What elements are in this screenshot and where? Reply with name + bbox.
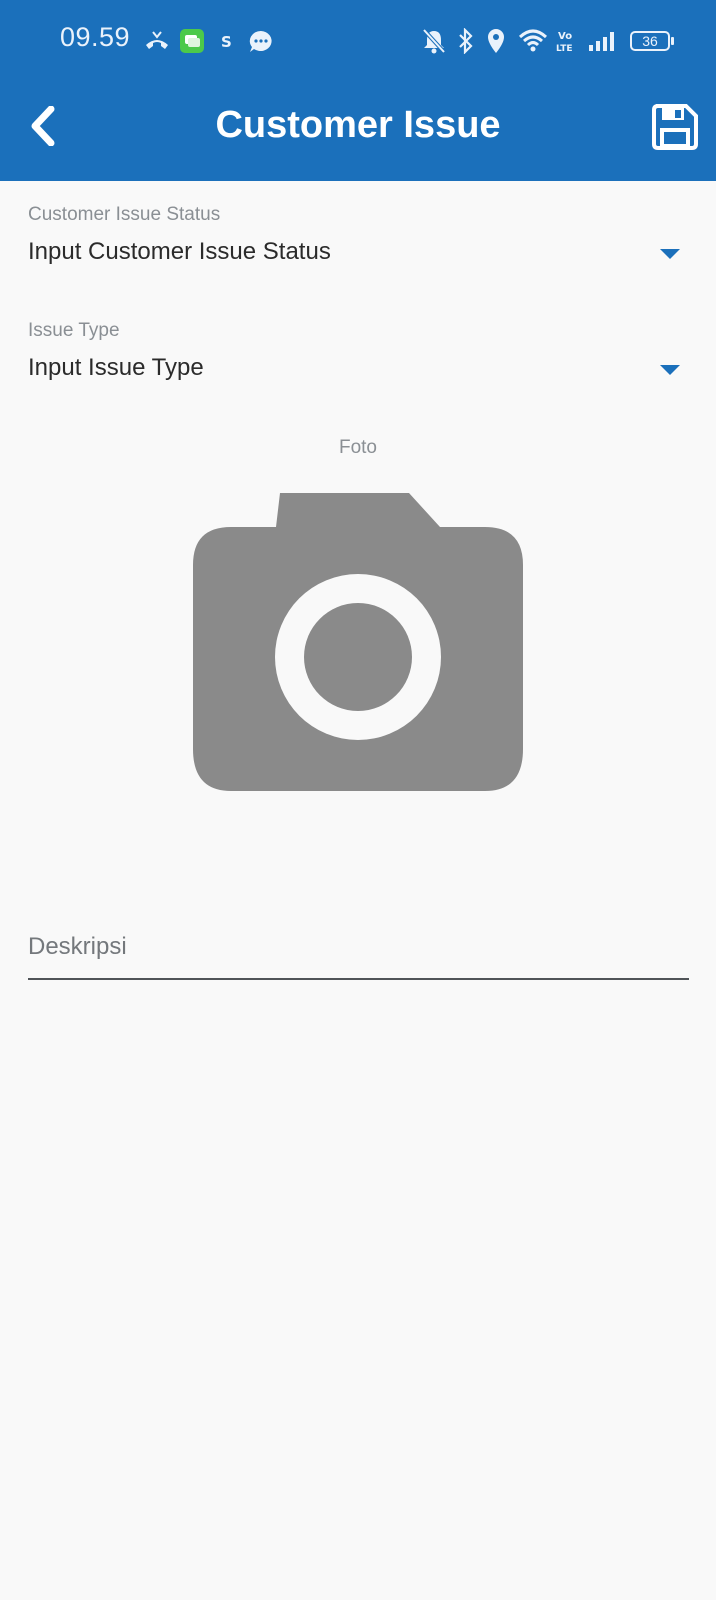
s-app-icon: S [221, 33, 232, 51]
bluetooth-icon [459, 28, 473, 54]
issue-type-value: Input Issue Type [28, 354, 204, 381]
svg-text:LTE: LTE [556, 44, 573, 53]
messages-app-icon [180, 29, 204, 53]
battery-icon: 36 [630, 31, 670, 51]
wifi-icon [518, 29, 548, 52]
issue-type-label: Issue Type [28, 320, 120, 341]
app-bar: Customer Issue [0, 84, 716, 181]
svg-text:Vo: Vo [558, 31, 572, 42]
floppy-disk-icon [652, 104, 698, 150]
location-icon [488, 29, 504, 53]
status-time: 09.59 [60, 22, 131, 52]
svg-text:S: S [221, 33, 232, 51]
dropdown-arrow-icon [660, 249, 680, 259]
photo-picker[interactable] [191, 491, 525, 793]
save-button[interactable] [652, 104, 698, 150]
issue-type-dropdown[interactable]: Issue Type Input Issue Type [28, 320, 688, 382]
customer-issue-status-value: Input Customer Issue Status [28, 238, 331, 265]
page-title: Customer Issue [215, 104, 501, 146]
customer-issue-status-dropdown[interactable]: Customer Issue Status Input Customer Iss… [28, 204, 688, 266]
mute-bell-icon [422, 28, 446, 54]
dropdown-arrow-icon [660, 365, 680, 375]
camera-icon [193, 493, 523, 791]
description-input[interactable] [28, 925, 689, 961]
app-header: 09.59 S Vo LTE 36 Customer Issue [0, 0, 716, 181]
status-bar: 09.59 S Vo LTE 36 [0, 0, 716, 84]
chat-bubble-icon [249, 30, 272, 52]
customer-issue-status-label: Customer Issue Status [28, 204, 221, 225]
signal-icon [589, 32, 614, 51]
battery-level: 36 [642, 33, 658, 49]
battery-cap [671, 37, 674, 45]
description-field[interactable] [28, 925, 689, 980]
volte-icon: Vo LTE [556, 31, 573, 53]
missed-call-icon [146, 31, 168, 49]
foto-label: Foto [338, 437, 378, 458]
